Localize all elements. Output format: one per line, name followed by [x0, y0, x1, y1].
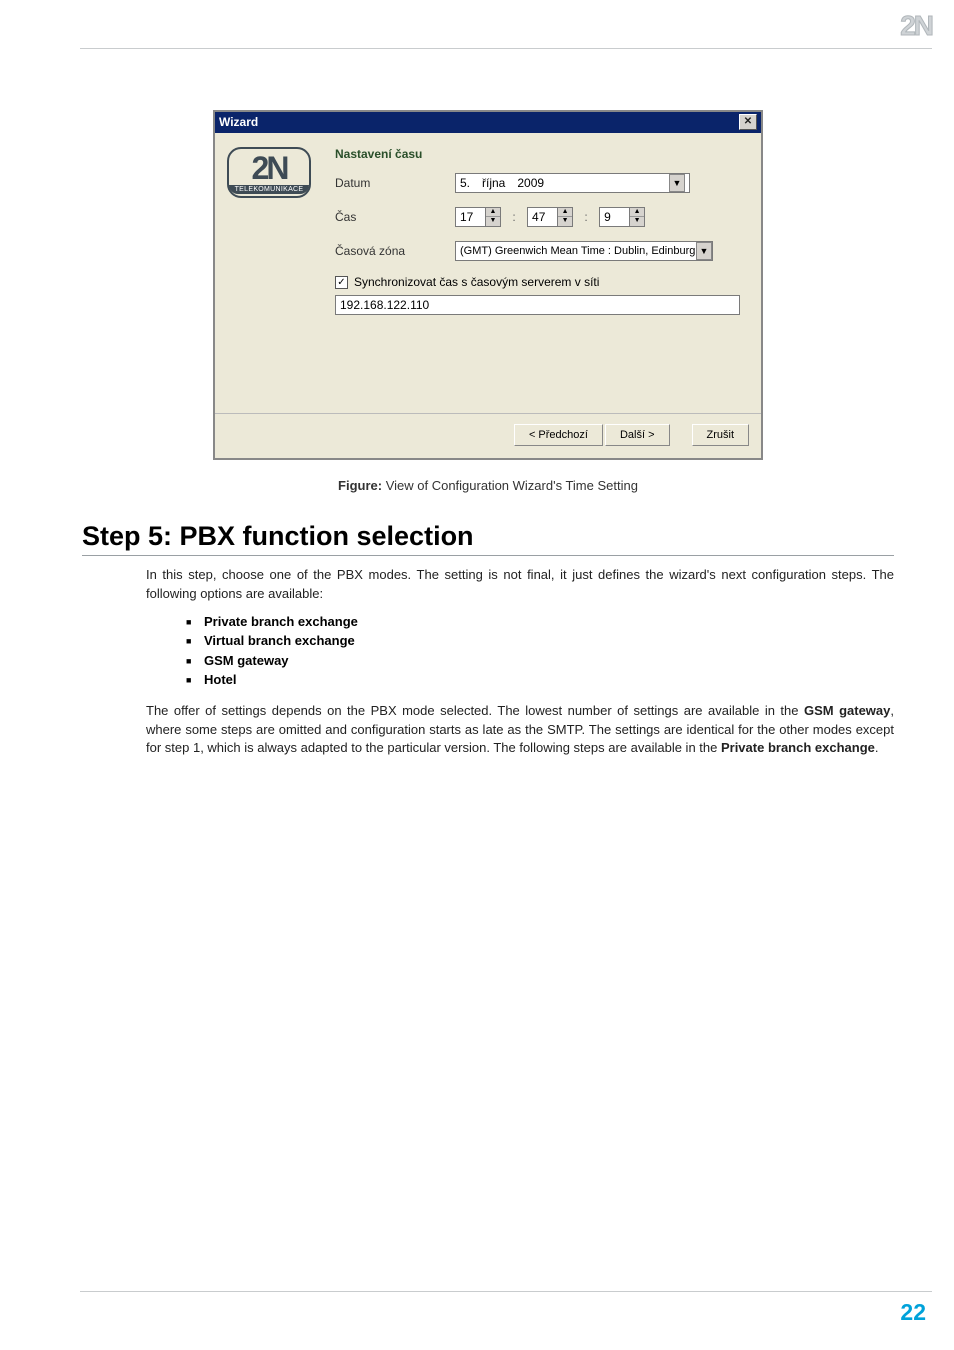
section-para-2: The offer of settings depends on the PBX…	[146, 702, 894, 759]
list-item: Hotel	[186, 670, 894, 690]
date-label: Datum	[335, 176, 455, 190]
footer-divider	[80, 1291, 932, 1292]
date-year: 2009	[517, 176, 544, 190]
spin-up-icon[interactable]: ▲	[630, 208, 644, 217]
figure-caption-text: View of Configuration Wizard's Time Sett…	[382, 478, 638, 493]
page-number: 22	[900, 1299, 926, 1326]
wizard-dialog: Wizard ✕ 2N TELEKOMUNIKACE Nastavení čas…	[213, 110, 763, 460]
timezone-value: (GMT) Greenwich Mean Time : Dublin, Edin…	[460, 245, 696, 257]
option-label: Virtual branch exchange	[204, 633, 355, 648]
cancel-button[interactable]: Zrušit	[692, 424, 750, 446]
section-divider	[82, 555, 894, 556]
header-divider	[80, 48, 932, 49]
hour-stepper[interactable]: ▲▼	[455, 207, 501, 227]
list-item: GSM gateway	[186, 651, 894, 671]
time-colon: :	[584, 210, 587, 224]
minute-input[interactable]	[527, 207, 557, 227]
option-label: GSM gateway	[204, 653, 289, 668]
second-stepper[interactable]: ▲▼	[599, 207, 645, 227]
chevron-down-icon[interactable]: ▼	[696, 242, 712, 260]
date-day: 5.	[460, 176, 470, 190]
brand-logo-bottom: TELEKOMUNIKACE	[229, 185, 309, 194]
close-icon[interactable]: ✕	[739, 114, 757, 130]
spin-down-icon[interactable]: ▼	[630, 217, 644, 226]
spin-up-icon[interactable]: ▲	[486, 208, 500, 217]
spin-down-icon[interactable]: ▼	[558, 217, 572, 226]
date-picker[interactable]: 5. října 2009 ▼	[455, 173, 690, 193]
para2-seg-e: .	[875, 740, 879, 755]
next-button[interactable]: Další >	[605, 424, 670, 446]
figure-caption: Figure: View of Configuration Wizard's T…	[82, 478, 894, 493]
date-month: října	[482, 176, 505, 190]
timezone-combobox[interactable]: (GMT) Greenwich Mean Time : Dublin, Edin…	[455, 241, 713, 261]
time-label: Čas	[335, 210, 455, 224]
timezone-label: Časová zóna	[335, 244, 455, 258]
second-input[interactable]	[599, 207, 629, 227]
sync-checkbox[interactable]: ✓	[335, 276, 348, 289]
chevron-down-icon[interactable]: ▼	[669, 174, 685, 192]
para2-bold-2: Private branch exchange	[721, 740, 875, 755]
section-heading: Step 5: PBX function selection	[82, 521, 894, 552]
figure-caption-bold: Figure:	[338, 478, 382, 493]
minute-stepper[interactable]: ▲▼	[527, 207, 573, 227]
prev-button[interactable]: < Předchozí	[514, 424, 603, 446]
option-label: Hotel	[204, 672, 237, 687]
para2-bold-1: GSM gateway	[804, 703, 890, 718]
wizard-section-heading: Nastavení času	[335, 147, 749, 161]
brand-logo-top: 2N	[229, 153, 309, 183]
spin-up-icon[interactable]: ▲	[558, 208, 572, 217]
spin-down-icon[interactable]: ▼	[486, 217, 500, 226]
para2-seg-a: The offer of settings depends on the PBX…	[146, 703, 804, 718]
list-item: Private branch exchange	[186, 612, 894, 632]
wizard-title: Wizard	[219, 115, 258, 129]
options-list: Private branch exchange Virtual branch e…	[186, 612, 894, 690]
option-label: Private branch exchange	[204, 614, 358, 629]
section-para-1: In this step, choose one of the PBX mode…	[146, 566, 894, 604]
hour-input[interactable]	[455, 207, 485, 227]
ntp-server-input[interactable]	[335, 295, 740, 315]
list-item: Virtual branch exchange	[186, 631, 894, 651]
page-logo: 2N	[900, 10, 932, 42]
wizard-titlebar: Wizard ✕	[215, 112, 761, 133]
sync-checkbox-label: Synchronizovat čas s časovým serverem v …	[354, 275, 599, 289]
brand-logo: 2N TELEKOMUNIKACE	[227, 147, 311, 198]
time-colon: :	[512, 210, 515, 224]
